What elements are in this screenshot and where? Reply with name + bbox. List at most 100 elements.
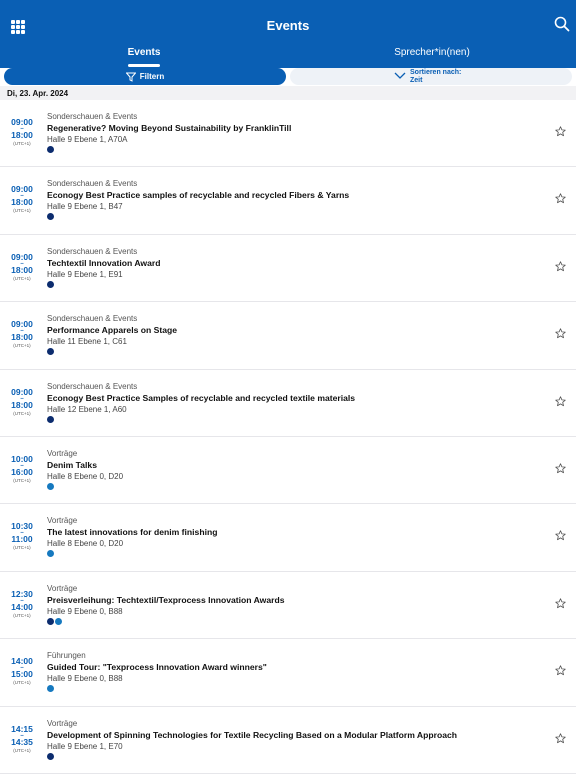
event-row[interactable]: 09:00–18:00 (UTC+1) Sonderschauen & Events… — [0, 302, 576, 370]
event-type-dots — [47, 146, 54, 153]
event-location: Halle 11 Ebene 1, C61 — [47, 337, 127, 347]
event-location: Halle 12 Ebene 1, A60 — [47, 404, 127, 414]
category-dot — [47, 482, 54, 490]
event-timezone: (UTC+1) — [13, 343, 31, 349]
search-icon[interactable] — [554, 16, 570, 32]
event-time: 14:00–15:00 (UTC+1) — [0, 657, 44, 686]
event-time: 09:00–18:00 (UTC+1) — [0, 320, 44, 349]
sort-label: Sortieren nach: — [410, 69, 462, 76]
category-dot — [47, 617, 54, 625]
event-category: Sonderschauen & Events — [47, 381, 138, 391]
event-row[interactable]: 12:30–14:00 (UTC+1) Vorträge Preisverleihun… — [0, 572, 576, 640]
event-time: 09:00–18:00 (UTC+1) — [0, 387, 44, 417]
favorite-star-icon[interactable] — [555, 598, 566, 609]
event-end-time: 18:00 — [11, 264, 33, 275]
event-timezone: (UTC+1) — [13, 141, 31, 146]
event-type-dots — [47, 213, 54, 221]
event-category: Sonderschauen & Events — [47, 112, 138, 121]
event-type-dots — [47, 685, 54, 693]
chevron-down-icon — [394, 72, 406, 79]
category-dot — [47, 280, 54, 288]
sort-button[interactable]: Sortieren nach: Zeit — [290, 68, 572, 85]
sort-value: Zeit — [410, 77, 423, 84]
event-location: Halle 8 Ebene 0, D20 — [47, 471, 124, 481]
event-time: 10:00–16:00 (UTC+1) — [0, 454, 44, 484]
event-timezone: (UTC+1) — [13, 680, 31, 686]
event-time: 09:00–18:00 (UTC+1) — [0, 118, 44, 147]
event-location: Halle 9 Ebene 0, B88 — [47, 674, 123, 684]
event-row[interactable]: 09:00–18:00 (UTC+1) Sonderschauen & Events… — [0, 100, 576, 168]
event-title: Development of Spinning Technologies for… — [47, 729, 458, 740]
category-dot — [55, 617, 62, 625]
event-row[interactable]: 09:00–18:00 (UTC+1) Sonderschauen & Events… — [0, 167, 576, 235]
event-category: Führungen — [47, 651, 86, 661]
event-title: Techtextil Innovation Award — [47, 257, 161, 268]
event-end-time: 18:00 — [11, 399, 33, 410]
event-row[interactable]: 14:00–15:00 (UTC+1) Führungen Guided Tour: … — [0, 639, 576, 707]
event-end-time: 14:35 — [11, 736, 33, 747]
event-end-time: 18:00 — [11, 197, 33, 208]
category-dot — [47, 146, 54, 153]
category-dot — [47, 752, 54, 760]
event-location: Halle 8 Ebene 0, D20 — [47, 539, 124, 549]
active-tab-indicator — [128, 64, 160, 67]
event-timezone: (UTC+1) — [13, 208, 31, 214]
page-title: Events — [266, 18, 310, 33]
event-row[interactable]: 10:30–11:00 (UTC+1) Vorträge The latest inn… — [0, 504, 576, 572]
event-end-time: 15:00 — [11, 669, 33, 680]
category-dot — [47, 415, 54, 423]
tab-events[interactable]: Events — [0, 47, 288, 58]
event-time: 09:00–18:00 (UTC+1) — [0, 252, 44, 282]
favorite-star-icon[interactable] — [555, 328, 566, 339]
event-row[interactable]: 09:00–18:00 (UTC+1) Sonderschauen & Events… — [0, 235, 576, 303]
event-title: Performance Apparels on Stage — [47, 325, 178, 336]
event-title: Denim Talks — [47, 459, 97, 470]
event-timezone: (UTC+1) — [13, 545, 31, 551]
event-row[interactable]: 09:00–18:00 (UTC+1) Sonderschauen & Events… — [0, 370, 576, 437]
event-end-time: 11:00 — [11, 534, 33, 545]
category-dot — [47, 348, 54, 356]
event-category: Sonderschauen & Events — [47, 246, 138, 256]
app-header: Events Events Sprecher*in(nen) — [0, 0, 576, 68]
event-list: 09:00–18:00 (UTC+1) Sonderschauen & Events… — [0, 100, 576, 774]
favorite-star-icon[interactable] — [555, 126, 566, 137]
event-category: Sonderschauen & Events — [47, 314, 138, 324]
event-end-time: 16:00 — [11, 466, 33, 477]
filter-icon — [125, 72, 136, 82]
event-end-time: 18:00 — [11, 332, 33, 343]
favorite-star-icon[interactable] — [555, 732, 566, 744]
filter-button[interactable]: Filtern — [4, 68, 286, 85]
event-type-dots — [47, 550, 54, 558]
event-title: Guided Tour: "Texprocess Innovation Awar… — [47, 662, 267, 673]
favorite-star-icon[interactable] — [555, 463, 566, 474]
event-type-dots — [47, 348, 54, 356]
event-type-dots — [47, 280, 54, 288]
event-type-dots — [47, 752, 54, 760]
event-location: Halle 9 Ebene 1, A70A — [47, 135, 128, 144]
favorite-star-icon[interactable] — [555, 530, 566, 541]
favorite-star-icon[interactable] — [555, 261, 566, 272]
event-row[interactable]: 10:00–16:00 (UTC+1) Vorträge Denim Talks Hal… — [0, 437, 576, 505]
event-location: Halle 9 Ebene 0, B88 — [47, 606, 123, 616]
category-dot — [47, 550, 54, 558]
event-end-time: 18:00 — [11, 130, 33, 140]
event-timezone: (UTC+1) — [13, 612, 31, 618]
event-title: Regenerative? Moving Beyond Sustainabili… — [47, 123, 292, 133]
event-title: Econogy Best Practice Samples of recycla… — [47, 392, 356, 403]
event-location: Halle 9 Ebene 1, B47 — [47, 202, 123, 212]
category-dot — [47, 213, 54, 221]
event-location: Halle 9 Ebene 1, E91 — [47, 269, 123, 279]
favorite-star-icon[interactable] — [555, 665, 566, 676]
event-row[interactable]: 14:15–14:35 (UTC+1) Vorträge Development of… — [0, 707, 576, 774]
event-time: 10:30–11:00 (UTC+1) — [0, 522, 44, 551]
event-category: Sonderschauen & Events — [47, 179, 138, 189]
event-timezone: (UTC+1) — [13, 477, 31, 483]
event-end-time: 14:00 — [11, 601, 33, 612]
tab-speakers[interactable]: Sprecher*in(nen) — [288, 47, 576, 58]
event-timezone: (UTC+1) — [13, 747, 31, 753]
event-timezone: (UTC+1) — [13, 410, 31, 416]
favorite-star-icon[interactable] — [555, 395, 566, 407]
category-dot — [47, 685, 54, 693]
event-category: Vorträge — [47, 516, 78, 526]
favorite-star-icon[interactable] — [555, 193, 566, 204]
